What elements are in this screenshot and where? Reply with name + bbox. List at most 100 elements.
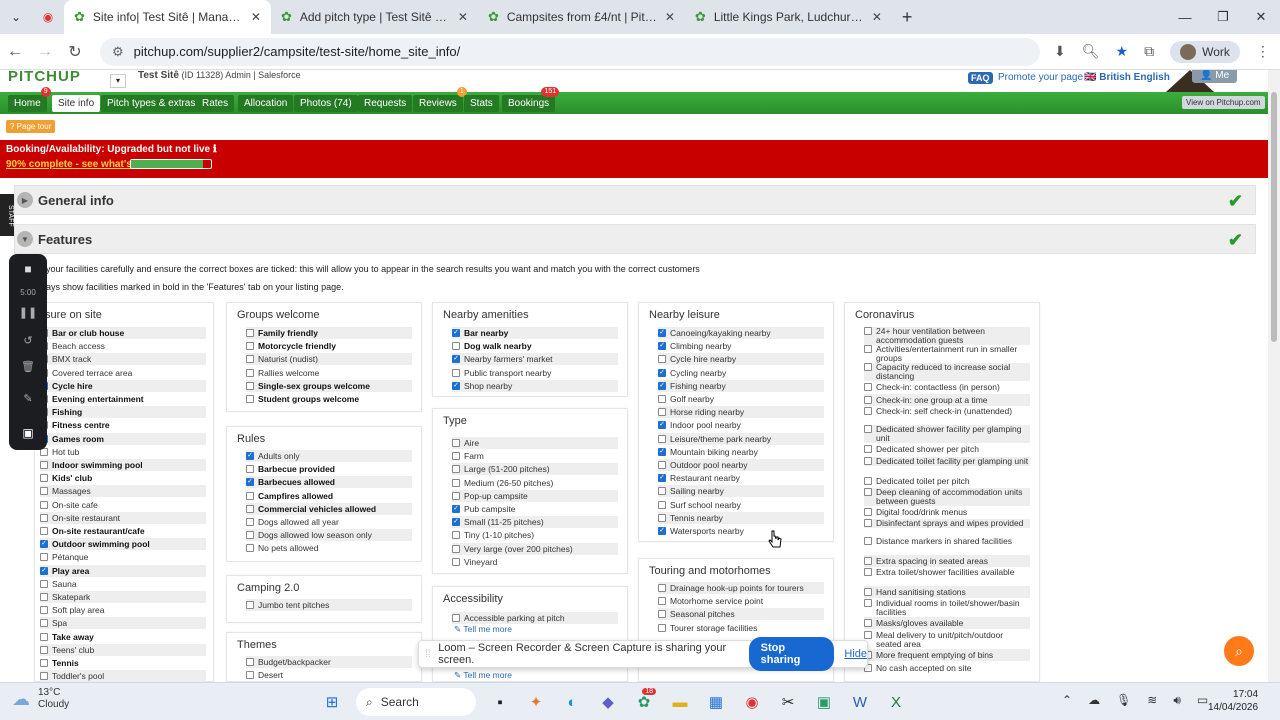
browser-menu-icon[interactable]: ⋮ xyxy=(1256,43,1270,60)
checkbox[interactable] xyxy=(864,619,872,628)
close-tab-icon[interactable]: ✕ xyxy=(872,10,882,24)
faq-button[interactable]: FAQ xyxy=(968,72,993,84)
checkbox[interactable]: ✓ xyxy=(452,329,460,337)
leisure-checkbox-item[interactable]: Outdoor pool nearby xyxy=(658,459,824,471)
checkbox[interactable] xyxy=(864,568,872,577)
extensions-icon[interactable]: ⧉ xyxy=(1144,43,1154,60)
leisure-checkbox-item[interactable]: Cycle hire nearby xyxy=(658,353,824,366)
rules-checkbox-item[interactable]: Barbecue provided xyxy=(246,463,412,475)
delete-icon[interactable]: 🗑︎ xyxy=(9,360,47,373)
checkbox[interactable]: ✓ xyxy=(452,505,460,513)
checkbox[interactable]: ✓ xyxy=(246,478,254,487)
checkbox[interactable] xyxy=(40,527,48,535)
zoom-icon[interactable]: 🔍︎ xyxy=(1082,43,1100,60)
nav-allocation[interactable]: Allocation xyxy=(238,95,294,112)
themes-checkbox-item[interactable]: Desert xyxy=(246,669,412,681)
features-header[interactable]: ▼ Features ✔ xyxy=(14,224,1256,254)
on-site-checkbox-item[interactable]: Pétanque xyxy=(40,551,206,563)
on-site-checkbox-item[interactable]: Beach access xyxy=(40,340,206,352)
checkbox[interactable] xyxy=(246,465,254,474)
groups-checkbox-item[interactable]: Single-sex groups welcome xyxy=(246,379,412,392)
on-site-checkbox-item[interactable]: Massages xyxy=(40,485,206,498)
amenities-checkbox-item[interactable]: Public transport nearby xyxy=(452,367,618,379)
on-site-checkbox-item[interactable]: Indoor swimming pool xyxy=(40,459,206,471)
checkbox[interactable] xyxy=(40,645,48,654)
checkbox[interactable]: ✓ xyxy=(40,566,48,575)
type-checkbox-item[interactable]: Tiny (1-10 pitches) xyxy=(452,529,618,541)
checkbox[interactable] xyxy=(864,599,872,608)
checkbox[interactable]: ✓ xyxy=(40,540,48,549)
corona-checkbox-item[interactable]: Deep cleaning of accommodation units bet… xyxy=(864,487,1030,506)
corona-checkbox-item[interactable]: Individual rooms in toilet/shower/basin … xyxy=(864,599,1030,617)
drag-handle-icon[interactable]: ⁞⁞ xyxy=(425,649,434,660)
groups-checkbox-item[interactable]: Student groups welcome xyxy=(246,393,412,405)
back-icon[interactable]: ← xyxy=(0,43,30,61)
checkbox[interactable] xyxy=(246,544,254,553)
type-checkbox-item[interactable]: Very large (over 200 pitches) xyxy=(452,542,618,555)
on-site-checkbox-item[interactable]: Kids' club xyxy=(40,472,206,484)
browser-tab-2[interactable]: ✿ Campsites from £4/nt | Pitchup ✕ xyxy=(478,0,685,34)
checkbox[interactable] xyxy=(864,476,872,485)
rules-checkbox-item[interactable]: Dogs allowed low season only xyxy=(246,529,412,542)
checkbox[interactable]: ✓ xyxy=(452,518,460,527)
corona-checkbox-item[interactable]: Capacity reduced to increase social dist… xyxy=(864,363,1030,381)
minimize-icon[interactable]: — xyxy=(1166,0,1204,34)
battery-icon[interactable]: ▭ xyxy=(1197,693,1208,708)
on-site-checkbox-item[interactable]: On-site cafe xyxy=(40,499,206,511)
checkbox[interactable] xyxy=(452,342,460,351)
widgets-icon[interactable]: ✿ 18 xyxy=(626,688,662,716)
groups-checkbox-item[interactable]: Rallies welcome xyxy=(246,367,412,379)
page-tour-button[interactable]: ? Page tour xyxy=(6,120,56,133)
rules-checkbox-item[interactable]: ✓ Barbecues allowed xyxy=(246,476,412,489)
leisure-checkbox-item[interactable]: ✓ Climbing nearby xyxy=(658,340,824,352)
page-scrollbar[interactable] xyxy=(1268,70,1280,682)
touring-checkbox-item[interactable]: Drainage hook-up points for tourers xyxy=(658,582,824,594)
checkbox[interactable] xyxy=(864,327,872,335)
on-site-checkbox-item[interactable]: ✓Games room xyxy=(40,432,206,445)
bookmark-star-icon[interactable]: ★ xyxy=(1116,43,1129,60)
type-checkbox-item[interactable]: ✓ Pub campsite xyxy=(452,503,618,515)
forward-icon[interactable]: → xyxy=(30,43,60,61)
corona-checkbox-item[interactable]: Distance markers in shared facilities xyxy=(864,537,1030,546)
on-site-checkbox-item[interactable]: Skatepark xyxy=(40,591,206,603)
scrollbar-thumb[interactable] xyxy=(1271,92,1277,342)
checkbox[interactable] xyxy=(452,368,460,377)
checkbox[interactable] xyxy=(452,531,460,540)
camping2-checkbox-item[interactable]: Jumbo tent pitches xyxy=(246,599,412,611)
touring-checkbox-item[interactable]: Seasonal pitches xyxy=(658,608,824,621)
checkbox[interactable] xyxy=(40,619,48,628)
copilot-icon[interactable]: ✦ xyxy=(518,688,554,716)
tell-me-more-link[interactable]: ✎ Tell me more xyxy=(454,624,512,635)
nav-rates[interactable]: Rates xyxy=(196,95,235,112)
rules-checkbox-item[interactable]: Commercial vehicles allowed xyxy=(246,502,412,515)
corona-checkbox-item[interactable]: Hand sanitising stations xyxy=(864,586,1030,599)
checkbox[interactable] xyxy=(864,456,872,465)
type-checkbox-item[interactable]: ✓ Small (11-25 pitches) xyxy=(452,516,618,529)
checkbox[interactable] xyxy=(452,544,460,553)
nav-site-info[interactable]: Site info xyxy=(52,95,101,112)
task-view-icon[interactable]: ▪ xyxy=(482,688,518,716)
leisure-checkbox-item[interactable]: ✓ Indoor pool nearby xyxy=(658,419,824,431)
leisure-checkbox-item[interactable]: ✓ Canoeing/kayaking nearby xyxy=(658,327,824,339)
snipping-icon[interactable]: ✂ xyxy=(770,688,806,716)
windows-start-icon[interactable]: ⊞ xyxy=(314,688,350,716)
volume-icon[interactable]: 🔊︎ xyxy=(1173,693,1181,708)
checkbox[interactable] xyxy=(452,452,460,461)
amenities-checkbox-item[interactable]: ✓ Nearby farmers' market xyxy=(452,353,618,366)
type-checkbox-item[interactable]: Farm xyxy=(452,450,618,462)
amenities-checkbox-item[interactable]: Dog walk nearby xyxy=(452,340,618,352)
on-site-checkbox-item[interactable]: Hot tub xyxy=(40,446,206,458)
touring-checkbox-item[interactable]: Motorhome service point xyxy=(658,595,824,607)
on-site-checkbox-item[interactable]: Evening entertainment xyxy=(40,393,206,405)
on-site-checkbox-item[interactable]: On-site restaurant/cafe xyxy=(40,525,206,537)
on-site-checkbox-item[interactable]: On-site restaurant xyxy=(40,511,206,524)
checkbox[interactable] xyxy=(246,381,254,390)
checkbox[interactable] xyxy=(40,500,48,509)
checkbox[interactable] xyxy=(864,345,872,353)
checkbox[interactable] xyxy=(246,355,254,364)
chevron-up-icon[interactable]: ⌃ xyxy=(1062,693,1072,708)
nav-pitch-types[interactable]: Pitch types & extras xyxy=(101,95,202,112)
checkbox[interactable] xyxy=(658,408,666,417)
corona-checkbox-item[interactable]: Masks/gloves available xyxy=(864,617,1030,630)
on-site-checkbox-item[interactable]: BMX track xyxy=(40,353,206,366)
